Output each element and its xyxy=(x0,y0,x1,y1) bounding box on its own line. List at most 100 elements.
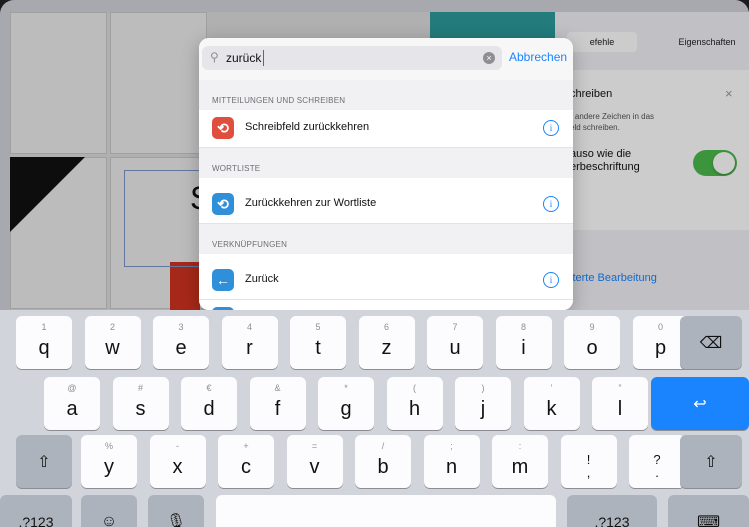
search-input[interactable] xyxy=(226,49,466,67)
cancel-button[interactable]: Abbrechen xyxy=(509,50,567,64)
result-row-zurueck[interactable]: ← Zurück i xyxy=(199,262,573,300)
section-header: WORTLISTE xyxy=(199,148,573,178)
key-label: d xyxy=(203,398,215,420)
key-label: z xyxy=(381,337,392,359)
key-label: s xyxy=(135,398,146,420)
key-secondary: 5 xyxy=(315,322,321,332)
key-?.[interactable]: ? . xyxy=(629,435,685,488)
undo-icon: ⟲ xyxy=(212,193,234,215)
key-i[interactable]: 8i xyxy=(495,316,552,369)
key-label: l xyxy=(617,398,623,420)
key-g[interactable]: * g xyxy=(318,377,374,430)
key-k[interactable]: ’ k xyxy=(523,377,580,430)
key-secondary: € xyxy=(206,383,212,393)
key-s[interactable]: # s xyxy=(112,377,169,430)
key-z[interactable]: 6z xyxy=(358,316,415,369)
numbers-key-left[interactable]: .?123 xyxy=(0,495,72,527)
undo-icon: ⟲ xyxy=(212,117,234,139)
key-n[interactable]: ; n xyxy=(423,435,480,488)
search-field[interactable]: ⚲ × xyxy=(202,46,502,70)
text-caret xyxy=(263,50,264,66)
dictation-key[interactable]: 🎙 xyxy=(148,495,204,527)
section-title: MITTEILUNGEN UND SCHREIBEN xyxy=(212,96,346,105)
key-label: y xyxy=(104,456,114,478)
emoji-key[interactable]: ☺ xyxy=(81,495,137,527)
key-j[interactable]: ) j xyxy=(455,377,511,430)
numbers-key-right[interactable]: .?123 xyxy=(567,495,657,527)
key-t[interactable]: 5t xyxy=(290,316,346,369)
key-label: .?123 xyxy=(594,513,630,527)
key-label: u xyxy=(449,337,461,359)
key-secondary: - xyxy=(176,441,179,451)
result-row-schreibfeld[interactable]: ⟲ Schreibfeld zurückkehren i xyxy=(199,110,573,148)
key-label: j xyxy=(480,398,486,420)
key-y[interactable]: % y xyxy=(81,435,137,488)
key-l[interactable]: ” l xyxy=(592,377,648,430)
info-icon[interactable]: i xyxy=(543,120,559,136)
key-label: w xyxy=(105,337,120,359)
key-secondary: ( xyxy=(413,383,416,393)
key-secondary: ” xyxy=(618,383,622,393)
shift-key-right[interactable]: ⇧ xyxy=(680,435,742,488)
key-u[interactable]: 7u xyxy=(427,316,483,369)
result-label: Schreibfeld zurückkehren xyxy=(245,121,370,133)
hide-keyboard-key[interactable]: ⌨ xyxy=(668,495,749,527)
return-key[interactable]: ↩ xyxy=(651,377,749,430)
key-m[interactable]: :m xyxy=(492,435,548,488)
key-b[interactable]: / b xyxy=(355,435,411,488)
backspace-icon: ⌫ xyxy=(699,334,723,352)
shift-key-left[interactable]: ⇧ xyxy=(16,435,72,488)
section-title: VERKNÜPFUNGEN xyxy=(212,240,288,249)
key-r[interactable]: 4r xyxy=(221,316,278,369)
key-secondary: + xyxy=(243,441,249,451)
result-row-partial[interactable] xyxy=(199,300,573,310)
key-c[interactable]: + c xyxy=(218,435,274,488)
microphone-icon: 🎙 xyxy=(165,513,187,527)
key-label: k xyxy=(546,398,557,420)
key-x[interactable]: -x xyxy=(149,435,206,488)
key-label: n xyxy=(445,456,458,478)
section-title: WORTLISTE xyxy=(212,164,261,173)
key-w[interactable]: 2w xyxy=(84,316,141,369)
key-label: ! , xyxy=(586,452,591,480)
on-screen-keyboard: 1 q 2 w 3 e 4 r 5 t 6 z 7 u 8 i 9 o 0 p ⌫ @ a # s € d & f * g(h) j’ k” l ↩… xyxy=(0,310,749,527)
key-secondary: 1 xyxy=(41,322,47,332)
result-label: Zurück xyxy=(245,273,279,285)
backspace-key[interactable]: ⌫ xyxy=(680,316,742,369)
key-secondary: 7 xyxy=(452,322,458,332)
key-e[interactable]: 3e xyxy=(153,316,209,369)
key-label: v xyxy=(309,456,320,478)
key-secondary: ; xyxy=(450,441,453,451)
key-secondary: * xyxy=(344,383,348,393)
space-key[interactable] xyxy=(216,495,556,527)
key-secondary: ’ xyxy=(550,383,553,393)
info-icon[interactable]: i xyxy=(543,196,559,212)
key-d[interactable]: € d xyxy=(181,377,237,430)
key-secondary: : xyxy=(518,441,522,451)
key-secondary: & xyxy=(274,383,281,393)
key-secondary: % xyxy=(104,441,113,451)
return-icon: ↩ xyxy=(693,395,707,413)
key-a[interactable]: @ a xyxy=(44,377,100,430)
shift-icon: ⇧ xyxy=(37,453,51,471)
key-f[interactable]: & f xyxy=(249,377,306,430)
key-secondary: # xyxy=(137,383,143,393)
key-label: .?123 xyxy=(18,513,54,527)
key-label: x xyxy=(172,456,183,478)
key-o[interactable]: 9o xyxy=(564,316,620,369)
screen: S efehle Eigenschaften chreiben × r ande… xyxy=(0,0,749,527)
key-label: o xyxy=(586,337,598,359)
key-q[interactable]: 1q xyxy=(16,316,72,369)
key-secondary: ) xyxy=(481,383,485,393)
key-label: q xyxy=(38,337,50,359)
arrow-left-icon: ← xyxy=(212,269,234,291)
search-icon: ⚲ xyxy=(210,50,219,64)
key-label: c xyxy=(241,456,251,478)
clear-icon[interactable]: × xyxy=(483,52,495,64)
key-!,[interactable]: ! , xyxy=(560,435,617,488)
info-icon[interactable]: i xyxy=(543,272,559,288)
key-label: f xyxy=(274,398,281,420)
key-v[interactable]: = v xyxy=(286,435,343,488)
result-row-wortliste[interactable]: ⟲ Zurückkehren zur Wortliste i xyxy=(199,186,573,224)
key-h[interactable]: (h xyxy=(386,377,443,430)
